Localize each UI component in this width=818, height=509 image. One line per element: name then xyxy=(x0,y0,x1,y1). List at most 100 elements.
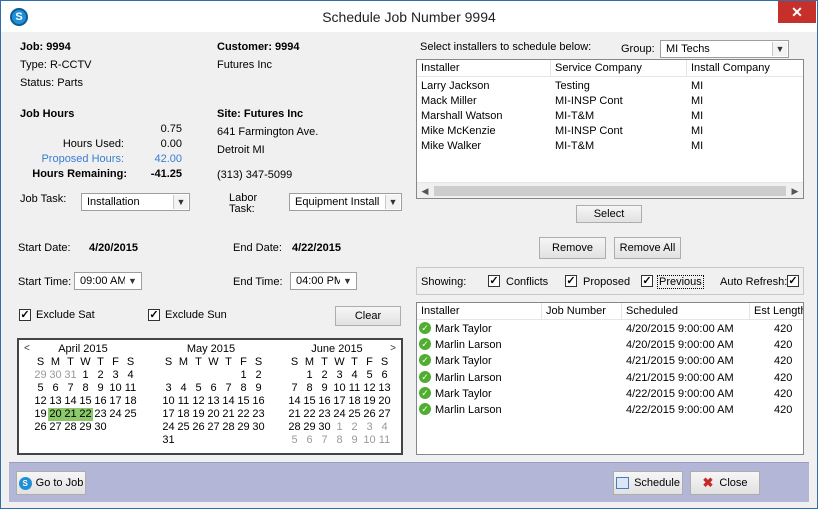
exclude-sat-checkbox[interactable]: ✓ xyxy=(19,309,31,321)
schedule-button[interactable]: Schedule xyxy=(613,471,683,495)
calendar-day[interactable]: 26 xyxy=(362,408,377,421)
auto-refresh-checkbox[interactable]: ✓ xyxy=(787,275,799,287)
calendar-day[interactable]: 20 xyxy=(206,408,221,421)
calendar-day[interactable]: 30 xyxy=(251,421,266,434)
column-job-number[interactable]: Job Number xyxy=(542,303,622,320)
schedule-row[interactable]: ✓ Marlin Larson 4/20/2015 9:00:00 AM 420 xyxy=(417,338,803,353)
previous-checkbox[interactable]: ✓ xyxy=(641,275,653,287)
calendar-day[interactable]: 11 xyxy=(377,434,392,447)
remove-all-button[interactable]: Remove All xyxy=(614,237,681,259)
calendar-day[interactable]: 5 xyxy=(191,382,206,395)
calendar-day[interactable]: 9 xyxy=(347,434,362,447)
calendar-day[interactable]: 22 xyxy=(78,408,93,421)
calendar-day[interactable]: 10 xyxy=(362,434,377,447)
calendar-day[interactable]: 25 xyxy=(123,408,138,421)
calendar-day[interactable]: 15 xyxy=(302,395,317,408)
calendar-day[interactable]: 19 xyxy=(191,408,206,421)
calendar-day[interactable]: 11 xyxy=(176,395,191,408)
installer-row[interactable]: Mike McKenzie MI-INSP Cont MI xyxy=(417,124,803,139)
calendar-day[interactable]: 2 xyxy=(317,369,332,382)
calendar-day[interactable]: 23 xyxy=(93,408,108,421)
scroll-right-icon[interactable]: ▶ xyxy=(787,183,803,198)
select-button[interactable]: Select xyxy=(576,205,642,223)
calendar-day[interactable]: 20 xyxy=(377,395,392,408)
calendar-day[interactable]: 7 xyxy=(287,382,302,395)
calendar-day[interactable]: 24 xyxy=(332,408,347,421)
column-installer[interactable]: Installer xyxy=(417,60,551,77)
calendar-day[interactable]: 18 xyxy=(347,395,362,408)
installer-row[interactable]: Mike Walker MI-T&M MI xyxy=(417,139,803,154)
schedule-row[interactable]: ✓ Mark Taylor 4/21/2015 9:00:00 AM 420 xyxy=(417,354,803,369)
calendar-day[interactable]: 11 xyxy=(123,382,138,395)
installer-row[interactable]: Marshall Watson MI-T&M MI xyxy=(417,109,803,124)
calendar-day[interactable]: 12 xyxy=(191,395,206,408)
calendar-day[interactable]: 22 xyxy=(236,408,251,421)
calendar-day[interactable]: 19 xyxy=(33,408,48,421)
calendar-day[interactable]: 7 xyxy=(63,382,78,395)
group-select[interactable]: MI Techs ▼ xyxy=(660,40,789,58)
calendar-day[interactable]: 1 xyxy=(332,421,347,434)
calendar-day[interactable]: 21 xyxy=(63,408,78,421)
calendar-day[interactable]: 17 xyxy=(161,408,176,421)
installer-row[interactable]: Larry Jackson Testing MI xyxy=(417,79,803,94)
clear-button[interactable]: Clear xyxy=(335,306,401,326)
calendar-day[interactable]: 24 xyxy=(161,421,176,434)
calendar-day[interactable]: 16 xyxy=(251,395,266,408)
calendar-day[interactable]: 5 xyxy=(33,382,48,395)
calendar-day[interactable]: 21 xyxy=(287,408,302,421)
calendar-day[interactable]: 2 xyxy=(93,369,108,382)
calendar-day[interactable]: 4 xyxy=(347,369,362,382)
calendar-day[interactable]: 25 xyxy=(347,408,362,421)
calendar-day[interactable]: 6 xyxy=(206,382,221,395)
calendar-day[interactable]: 9 xyxy=(251,382,266,395)
calendar-day[interactable]: 7 xyxy=(317,434,332,447)
calendar-day[interactable]: 12 xyxy=(33,395,48,408)
calendar-day[interactable]: 23 xyxy=(251,408,266,421)
schedule-row[interactable]: ✓ Mark Taylor 4/22/2015 9:00:00 AM 420 xyxy=(417,386,803,402)
scroll-thumb[interactable] xyxy=(434,186,786,196)
calendar-day[interactable]: 27 xyxy=(377,408,392,421)
calendar-day[interactable]: 3 xyxy=(108,369,123,382)
column-service-company[interactable]: Service Company xyxy=(551,60,687,77)
calendar-day[interactable]: 22 xyxy=(302,408,317,421)
calendar-day[interactable]: 5 xyxy=(287,434,302,447)
window-close-button[interactable]: ✕ xyxy=(778,1,816,23)
calendar-day[interactable]: 4 xyxy=(123,369,138,382)
proposed-checkbox[interactable]: ✓ xyxy=(565,275,577,287)
calendar-day[interactable]: 29 xyxy=(302,421,317,434)
calendar-day[interactable]: 24 xyxy=(108,408,123,421)
calendar-day[interactable]: 15 xyxy=(78,395,93,408)
calendar-day[interactable]: 30 xyxy=(317,421,332,434)
exclude-sun-checkbox[interactable]: ✓ xyxy=(148,309,160,321)
calendar-day[interactable]: 20 xyxy=(48,408,63,421)
calendar-day[interactable]: 31 xyxy=(63,369,78,382)
calendar-day[interactable]: 29 xyxy=(78,421,93,434)
calendar-day[interactable]: 27 xyxy=(206,421,221,434)
calendar-day[interactable]: 28 xyxy=(63,421,78,434)
schedule-row[interactable]: ✓ Marlin Larson 4/21/2015 9:00:00 AM 420 xyxy=(417,370,803,386)
calendar-day[interactable]: 3 xyxy=(161,382,176,395)
column-installer[interactable]: Installer xyxy=(417,303,542,320)
calendar-day[interactable]: 5 xyxy=(362,369,377,382)
conflicts-checkbox[interactable]: ✓ xyxy=(488,275,500,287)
calendar-day[interactable]: 4 xyxy=(377,421,392,434)
calendar-day[interactable]: 1 xyxy=(236,369,251,382)
calendar-day[interactable]: 8 xyxy=(236,382,251,395)
calendar-day[interactable]: 14 xyxy=(63,395,78,408)
scroll-left-icon[interactable]: ◀ xyxy=(417,183,433,198)
calendar-day[interactable]: 17 xyxy=(108,395,123,408)
job-task-select[interactable]: Installation ▼ xyxy=(81,193,190,211)
calendar-day[interactable]: 26 xyxy=(191,421,206,434)
schedule-row[interactable]: ✓ Mark Taylor 4/20/2015 9:00:00 AM 420 xyxy=(417,322,803,337)
close-button[interactable]: ✖ Close xyxy=(690,471,760,495)
calendar-day[interactable]: 1 xyxy=(302,369,317,382)
labor-task-select[interactable]: Equipment Install ▼ xyxy=(289,193,402,211)
calendar-day[interactable]: 18 xyxy=(123,395,138,408)
column-install-company[interactable]: Install Company xyxy=(687,60,803,77)
calendar-day[interactable]: 3 xyxy=(332,369,347,382)
calendar-day[interactable]: 14 xyxy=(221,395,236,408)
column-est-length[interactable]: Est Length xyxy=(750,303,803,320)
calendar-day[interactable]: 2 xyxy=(251,369,266,382)
calendar-day[interactable]: 8 xyxy=(78,382,93,395)
calendar-day[interactable]: 17 xyxy=(332,395,347,408)
